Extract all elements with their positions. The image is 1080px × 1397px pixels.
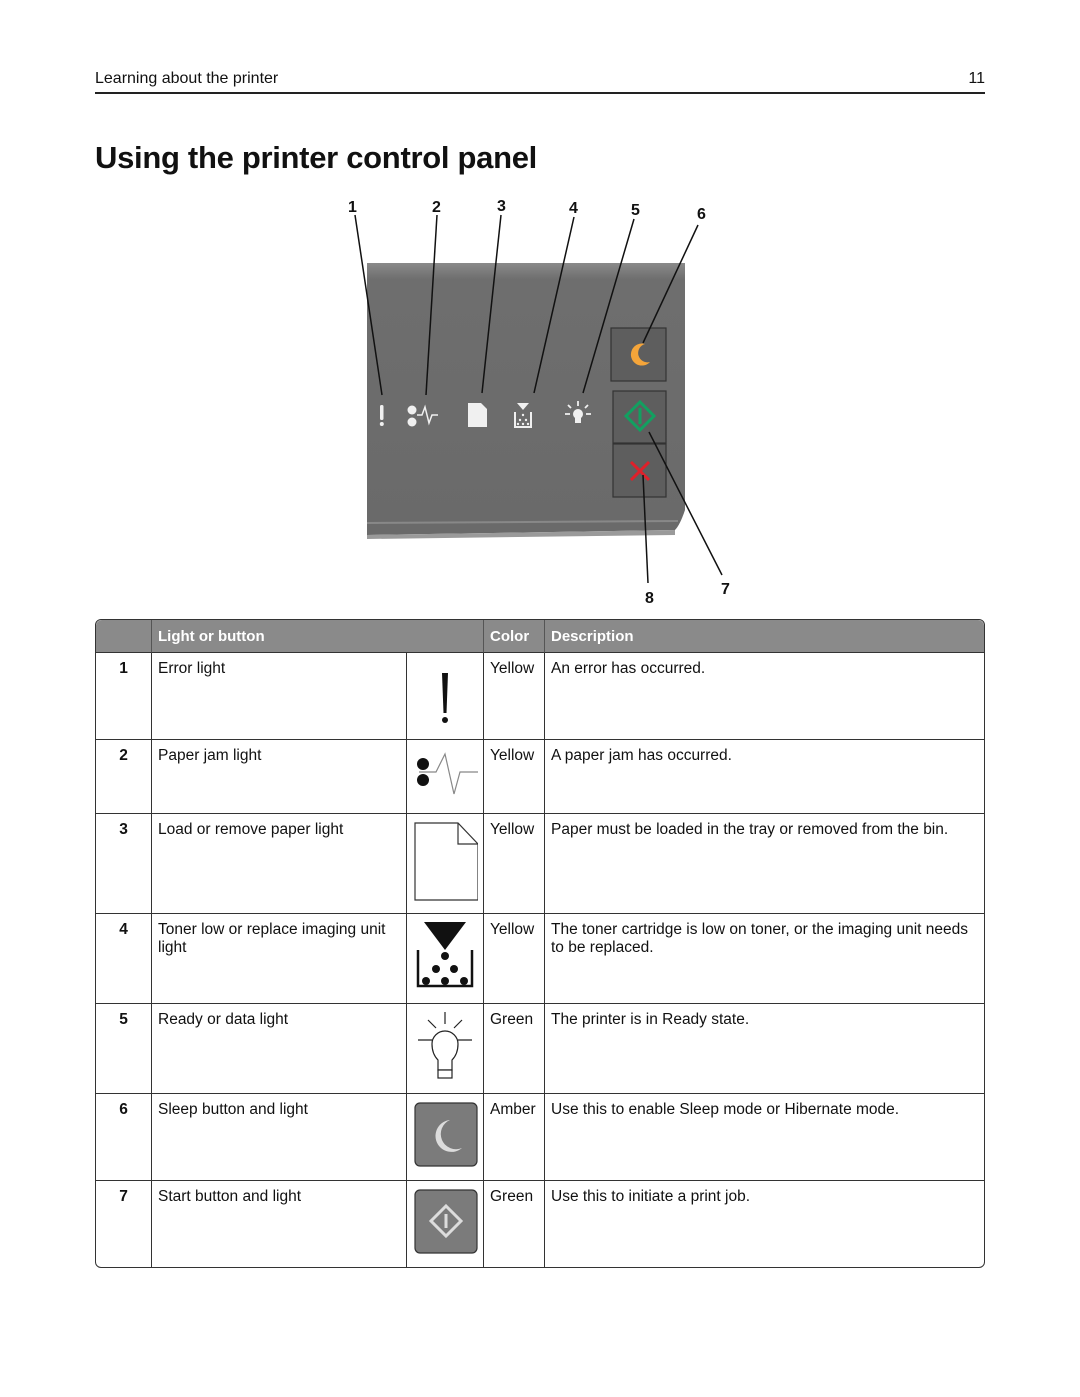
row-name: Error light	[152, 653, 407, 740]
row-color: Yellow	[484, 740, 545, 814]
row-number: 4	[96, 914, 152, 1004]
callout-2: 2	[432, 199, 441, 216]
callout-7: 7	[721, 581, 730, 598]
control-panel-figure: 1 2 3 4 5 6 7 8	[330, 195, 750, 615]
page-title: Using the printer control panel	[95, 140, 537, 175]
section-title: Learning about the printer	[95, 70, 279, 87]
row-number: 6	[96, 1094, 152, 1181]
row-name: Sleep button and light	[152, 1094, 407, 1181]
row-name: Load or remove paper light	[152, 814, 407, 914]
lightbulb-icon	[418, 1012, 472, 1079]
row-description: A paper jam has occurred.	[545, 740, 984, 814]
row-color: Yellow	[484, 914, 545, 1004]
table-row: 2 Paper jam light Yellow A paper jam has…	[96, 740, 984, 814]
page-header: Learning about the printer 11	[95, 70, 985, 94]
row-color: Yellow	[484, 814, 545, 914]
table-row: 7 Start button and light Green Use this …	[96, 1181, 984, 1267]
exclamation-icon	[442, 673, 448, 723]
row-color: Green	[484, 1181, 545, 1267]
callout-1: 1	[348, 199, 357, 216]
row-number: 5	[96, 1004, 152, 1094]
row-name: Start button and light	[152, 1181, 407, 1267]
callout-3: 3	[497, 198, 506, 215]
row-description: Use this to initiate a print job.	[551, 1188, 751, 1205]
row-number: 2	[96, 740, 152, 814]
callout-5: 5	[631, 202, 640, 219]
table-row: 3 Load or remove paper light Yellow Pape…	[96, 814, 984, 914]
lights-buttons-table: Light or button Color Description 1 Erro…	[95, 619, 985, 1268]
table-header-row: Light or button Color Description	[96, 620, 984, 653]
row-description: An error has occurred.	[545, 653, 984, 740]
callout-8: 8	[645, 590, 654, 607]
start-diamond-icon	[414, 1189, 478, 1254]
table-row: 5 Ready or data light Green The printer …	[96, 1004, 984, 1094]
paper-jam-icon	[417, 752, 478, 795]
row-description: The printer is in Ready state.	[545, 1004, 984, 1094]
table-row: 6 Sleep button and light Amber Use this …	[96, 1094, 984, 1181]
paper-icon	[414, 822, 479, 901]
table-row: 4 Toner low or replace imaging unit ligh…	[96, 914, 984, 1004]
row-description: Paper must be loaded in the tray or remo…	[545, 814, 984, 914]
row-name: Toner low or replace imaging unit light	[152, 914, 407, 1004]
row-color: Green	[484, 1004, 545, 1094]
header-light-or-button: Light or button	[152, 620, 484, 653]
header-number	[96, 620, 152, 653]
row-name: Ready or data light	[152, 1004, 407, 1094]
row-number: 7	[96, 1181, 152, 1267]
page-number: 11	[968, 70, 985, 87]
row-number: 3	[96, 814, 152, 914]
callout-6: 6	[697, 206, 706, 223]
row-name: Paper jam light	[152, 740, 407, 814]
row-color: Yellow	[484, 653, 545, 740]
sleep-moon-icon	[414, 1102, 478, 1167]
control-panel-illustration	[354, 214, 723, 584]
row-number: 1	[96, 653, 152, 740]
table-row: 1 Error light Yellow An error has occurr…	[96, 653, 984, 740]
toner-icon	[416, 922, 474, 988]
header-description: Description	[545, 620, 984, 653]
row-description: Use this to enable Sleep mode or Hiberna…	[545, 1094, 984, 1181]
row-description: The toner cartridge is low on toner, or …	[545, 914, 984, 1004]
callout-4: 4	[569, 200, 578, 217]
row-color: Amber	[484, 1094, 545, 1181]
header-color: Color	[484, 620, 545, 653]
sleep-button-shape	[610, 327, 667, 382]
